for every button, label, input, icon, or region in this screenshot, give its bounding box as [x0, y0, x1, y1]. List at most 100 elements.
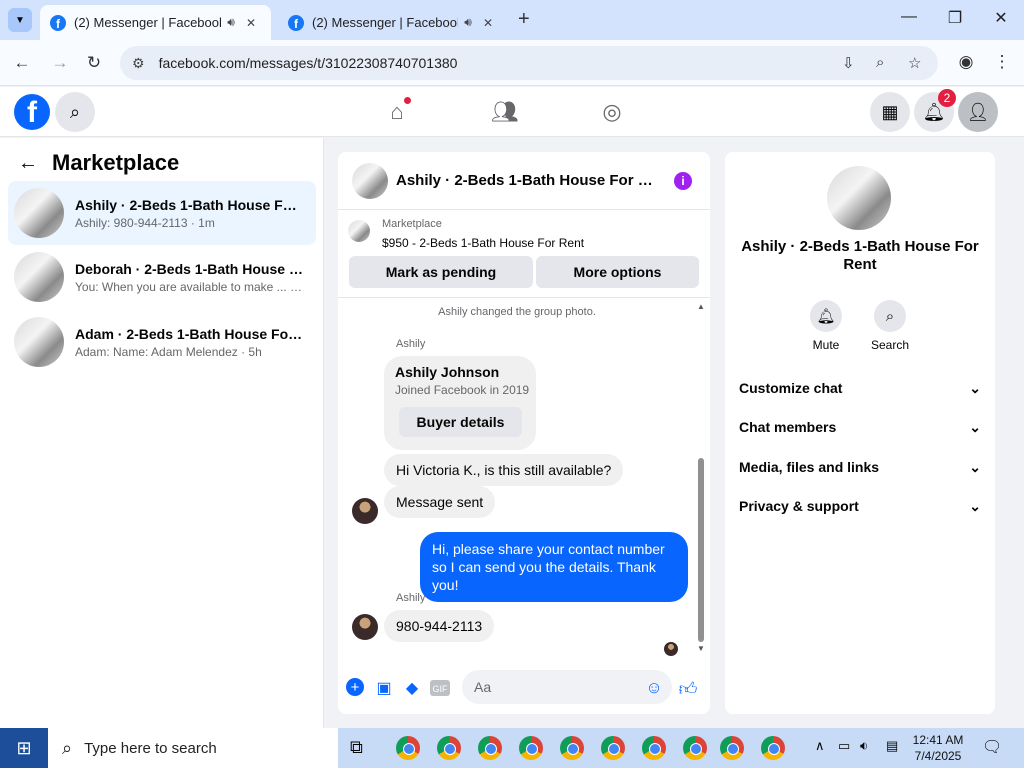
avatar[interactable]: [352, 614, 378, 640]
chat-thumbnail[interactable]: [352, 162, 388, 199]
notification-badge: 2: [938, 89, 956, 107]
search-button[interactable]: ⌕ Search: [860, 300, 920, 352]
section-privacy-support[interactable]: Privacy & support ⌄: [739, 498, 981, 515]
tab-title: (2) Messenger | Facebook: [312, 15, 458, 30]
listing-thumbnail[interactable]: [348, 220, 370, 242]
browser-tab-2[interactable]: f (2) Messenger | Facebook 🔊︎ ✕: [278, 5, 508, 40]
listing-photo[interactable]: [827, 166, 891, 230]
maximize-button[interactable]: ❐: [940, 8, 970, 28]
chrome-taskbar-icon[interactable]: [396, 736, 420, 760]
taskbar-search-box[interactable]: ⌕ Type here to search: [48, 728, 338, 768]
conversation-item-deborah[interactable]: Deborah · 2-Beds 1-Bath House Fo... You:…: [8, 245, 316, 309]
avatar[interactable]: [352, 498, 378, 524]
windows-start-button[interactable]: ⊞: [0, 728, 48, 768]
listing-thumbnail: [14, 188, 64, 238]
menu-dots-icon[interactable]: ⋮: [990, 52, 1014, 72]
conversation-item-adam[interactable]: Adam · 2-Beds 1-Bath House For R... Adam…: [8, 310, 316, 374]
groups-icon[interactable]: ◎: [597, 99, 627, 125]
bell-icon: 🔔︎: [810, 300, 842, 332]
task-view-icon[interactable]: ⧉: [350, 737, 363, 758]
browser-tab-bar: ▼ f (2) Messenger | Facebook 🔊︎ ✕ f (2) …: [0, 0, 1024, 40]
show-hidden-icons-icon[interactable]: ∧: [815, 738, 825, 754]
section-chat-members[interactable]: Chat members ⌄: [739, 419, 981, 436]
chrome-taskbar-icon[interactable]: [437, 736, 461, 760]
close-tab-icon[interactable]: ✕: [241, 16, 261, 30]
listing-price-title[interactable]: $950 - 2-Beds 1-Bath House For Rent: [382, 236, 584, 250]
menu-grid-icon[interactable]: ▦: [870, 92, 910, 132]
listing-thumbnail: [14, 317, 64, 367]
chrome-taskbar-icon[interactable]: [720, 736, 744, 760]
chrome-taskbar-icon[interactable]: [478, 736, 502, 760]
more-options-button[interactable]: More options: [536, 256, 699, 288]
sticker-icon[interactable]: ◆: [402, 678, 422, 698]
message-composer: + ▣ ◆ GIF Aa ☺ 👍︎: [338, 668, 710, 708]
mark-as-pending-button[interactable]: Mark as pending: [349, 256, 533, 288]
chrome-taskbar-icon[interactable]: [601, 736, 625, 760]
new-tab-button[interactable]: +: [518, 8, 530, 31]
mute-button[interactable]: 🔔︎ Mute: [796, 300, 856, 352]
gif-icon[interactable]: GIF: [430, 680, 450, 696]
notifications-center-icon[interactable]: 🗨︎: [982, 737, 1002, 757]
meet-now-icon[interactable]: ▭: [838, 738, 850, 754]
plus-icon[interactable]: +: [346, 678, 364, 696]
chrome-taskbar-icon[interactable]: [519, 736, 543, 760]
chat-title[interactable]: Ashily · 2-Beds 1-Bath House For Re...: [396, 172, 658, 189]
buyer-details-button[interactable]: Buyer details: [399, 407, 522, 437]
message-input[interactable]: Aa: [462, 670, 672, 704]
forward-button[interactable]: →: [48, 53, 72, 73]
chat-header: Ashily · 2-Beds 1-Bath House For Re... i: [338, 152, 710, 210]
section-customize-chat[interactable]: Customize chat ⌄: [739, 380, 981, 397]
speaker-icon[interactable]: 🔊︎: [221, 15, 241, 30]
listing-banner: Marketplace $950 - 2-Beds 1-Bath House F…: [338, 210, 710, 298]
chrome-taskbar-icon[interactable]: [761, 736, 785, 760]
conversation-name: Adam · 2-Beds 1-Bath House For R...: [75, 325, 303, 342]
reload-button[interactable]: ↻: [82, 53, 106, 73]
photo-icon[interactable]: ▣: [374, 678, 394, 698]
zoom-icon[interactable]: ⌕: [876, 54, 884, 71]
browser-tab-1[interactable]: f (2) Messenger | Facebook 🔊︎ ✕: [40, 5, 271, 40]
close-window-button[interactable]: ✕: [986, 8, 1016, 28]
account-avatar[interactable]: 👤︎: [958, 92, 998, 132]
chrome-taskbar-icon[interactable]: [642, 736, 666, 760]
back-arrow-icon[interactable]: ←: [18, 152, 38, 175]
chevron-down-icon: ⌄: [969, 419, 981, 435]
emoji-icon[interactable]: ☺: [644, 678, 664, 698]
browser-toolbar: ← → ↻ ⚙ facebook.com/messages/t/31022308…: [0, 40, 1024, 86]
info-icon[interactable]: i: [674, 172, 692, 190]
conversation-item-ashily[interactable]: Ashily · 2-Beds 1-Bath House For R... As…: [8, 181, 316, 245]
scroll-down-arrow-icon[interactable]: ▼: [697, 644, 705, 653]
profile-card: Ashily Johnson Joined Facebook in 2019 B…: [384, 356, 536, 450]
card-subtitle: Joined Facebook in 2019: [395, 383, 530, 397]
facebook-logo[interactable]: f: [14, 94, 50, 130]
sender-name: Ashily: [396, 338, 426, 350]
like-thumb-icon[interactable]: 👍︎: [678, 678, 698, 699]
tab-title: (2) Messenger | Facebook: [74, 15, 221, 30]
profile-icon[interactable]: ◉: [954, 52, 978, 72]
close-tab-icon[interactable]: ✕: [478, 16, 498, 30]
minimize-button[interactable]: —: [894, 8, 924, 26]
volume-icon[interactable]: 🔉︎: [860, 738, 868, 754]
speaker-icon[interactable]: 🔊︎: [458, 15, 478, 30]
chrome-taskbar-icon[interactable]: [683, 736, 707, 760]
chrome-taskbar-icon[interactable]: [560, 736, 584, 760]
site-info-icon[interactable]: ⚙: [132, 55, 145, 72]
network-icon[interactable]: ▤: [886, 738, 898, 754]
facebook-favicon-icon: f: [50, 14, 66, 31]
bookmark-star-icon[interactable]: ☆: [908, 54, 921, 72]
conversation-preview: You: When you are available to make ... …: [75, 279, 303, 294]
back-button[interactable]: ←: [10, 53, 34, 73]
message-bubble-incoming: Hi Victoria K., is this still available?: [384, 454, 624, 486]
scrollbar-thumb[interactable]: [698, 458, 704, 642]
address-bar[interactable]: ⚙ facebook.com/messages/t/31022308740701…: [120, 46, 938, 80]
taskbar-search-placeholder: Type here to search: [84, 739, 217, 757]
chat-scrollbar[interactable]: ▲ ▼: [696, 302, 706, 653]
search-icon[interactable]: ⌕: [55, 92, 95, 132]
section-media-files-links[interactable]: Media, files and links ⌄: [739, 459, 981, 476]
conversation-list-panel: ← Marketplace Ashily · 2-Beds 1-Bath Hou…: [0, 138, 324, 728]
install-app-icon[interactable]: ⇩: [842, 54, 855, 72]
friends-icon[interactable]: 👥︎: [490, 99, 520, 125]
tab-search-dropdown[interactable]: ▼: [8, 8, 32, 32]
scroll-up-arrow-icon[interactable]: ▲: [697, 302, 705, 311]
message-thread: Ashily changed the group photo. Ashily A…: [338, 298, 710, 658]
taskbar-clock[interactable]: 12:41 AM 7/4/2025: [906, 732, 970, 764]
